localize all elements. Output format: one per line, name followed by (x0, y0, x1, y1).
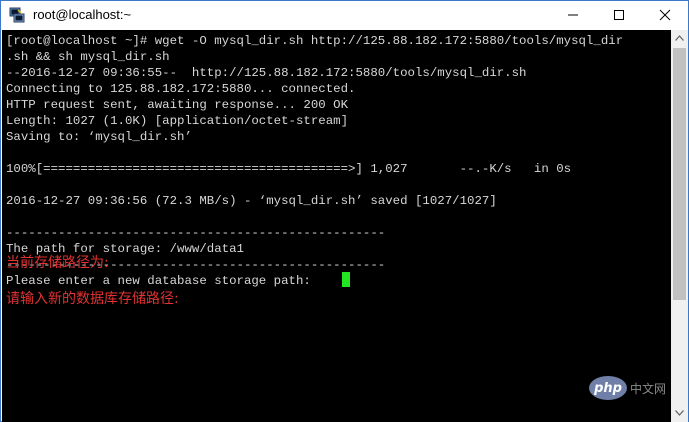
terminal-cursor (342, 272, 350, 287)
terminal-line: HTTP request sent, awaiting response... … (6, 98, 349, 112)
terminal-line: Connecting to 125.88.182.172:5880... con… (6, 82, 356, 96)
vertical-scrollbar[interactable] (671, 30, 688, 422)
chevron-up-icon (675, 35, 684, 41)
close-button[interactable] (642, 1, 688, 29)
terminal-line: .sh && sh mysql_dir.sh (6, 50, 170, 64)
cn-annotation-enter-path: 请输入新的数据库存储路径: (6, 291, 179, 307)
terminal-line: Length: 1027 (1.0K) [application/octet-s… (6, 114, 349, 128)
watermark: php 中文网 (589, 373, 666, 403)
watermark-text: 中文网 (630, 381, 667, 396)
close-icon (659, 9, 671, 21)
minimize-icon (568, 14, 578, 16)
title-bar[interactable]: root@localhost:~ (1, 1, 688, 29)
cn-annotation-current-path: 当前存储路径为: (6, 255, 109, 271)
chevron-down-icon (675, 410, 684, 416)
prompt-line: Please enter a new database storage path… (6, 274, 319, 288)
terminal-line: [root@localhost ~]# wget -O mysql_dir.sh… (6, 34, 624, 48)
terminal-output[interactable]: [root@localhost ~]# wget -O mysql_dir.sh… (2, 30, 671, 422)
maximize-button[interactable] (596, 1, 642, 29)
terminal-line: Saving to: ‘mysql_dir.sh’ (6, 130, 192, 144)
php-logo: php (589, 376, 627, 400)
terminal-line: --2016-12-27 09:36:55-- http://125.88.18… (6, 66, 527, 80)
progress-line: 100%[===================================… (6, 162, 572, 176)
scroll-up-button[interactable] (671, 30, 688, 47)
window-title: root@localhost:~ (33, 7, 132, 22)
scroll-thumb[interactable] (673, 48, 686, 300)
separator-line: ----------------------------------------… (6, 226, 386, 240)
scroll-down-button[interactable] (671, 405, 688, 422)
terminal-line: 2016-12-27 09:36:56 (72.3 MB/s) - ‘mysql… (6, 194, 497, 208)
putty-terminal-icon (9, 7, 25, 23)
minimize-button[interactable] (550, 1, 596, 29)
terminal-window: root@localhost:~ [root@localhost ~]# wge… (0, 0, 689, 422)
maximize-icon (614, 10, 624, 20)
